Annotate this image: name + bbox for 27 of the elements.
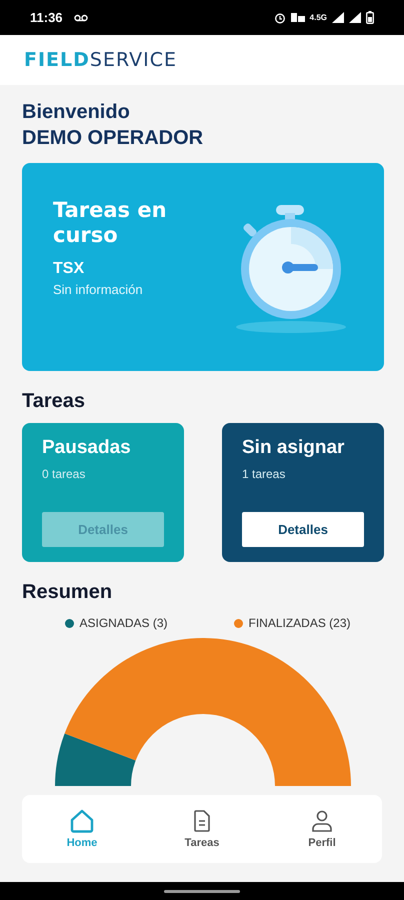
section-heading: Tareas [22, 389, 86, 413]
welcome-title: Bienvenido [22, 100, 131, 125]
signal-icon [332, 12, 344, 23]
task-count: 1 tareas [242, 467, 286, 481]
battery-icon [366, 11, 374, 24]
home-icon [69, 809, 95, 833]
card-title: Tareas en curso [53, 198, 168, 248]
card-title: Pausadas [42, 437, 132, 459]
card-title: Sin asignar [242, 437, 346, 459]
task-code: TSX [53, 260, 86, 278]
task-info: Sin información [53, 282, 144, 296]
signal-icon [349, 12, 361, 23]
status-time: 11:36 [30, 10, 63, 25]
network-label: 4.5G [310, 13, 327, 22]
alarm-icon [274, 12, 286, 24]
nav-tab[interactable]: Perfil [262, 795, 382, 863]
nav-tab[interactable]: Tareas [142, 795, 262, 863]
task-count: 0 tareas [42, 467, 86, 481]
legend-label: ASIGNADAS (3) [79, 616, 168, 630]
voicemail-icon [74, 14, 88, 22]
person-icon [309, 809, 335, 833]
home-handle[interactable] [164, 890, 240, 892]
details-button[interactable]: Detalles [242, 512, 364, 547]
section-heading: Resumen [22, 580, 114, 604]
legend-label: FINALIZADAS (23) [248, 616, 351, 630]
logo: FIELDSERVICE [24, 49, 178, 71]
user-name: DEMO OPERADOR [22, 126, 204, 151]
